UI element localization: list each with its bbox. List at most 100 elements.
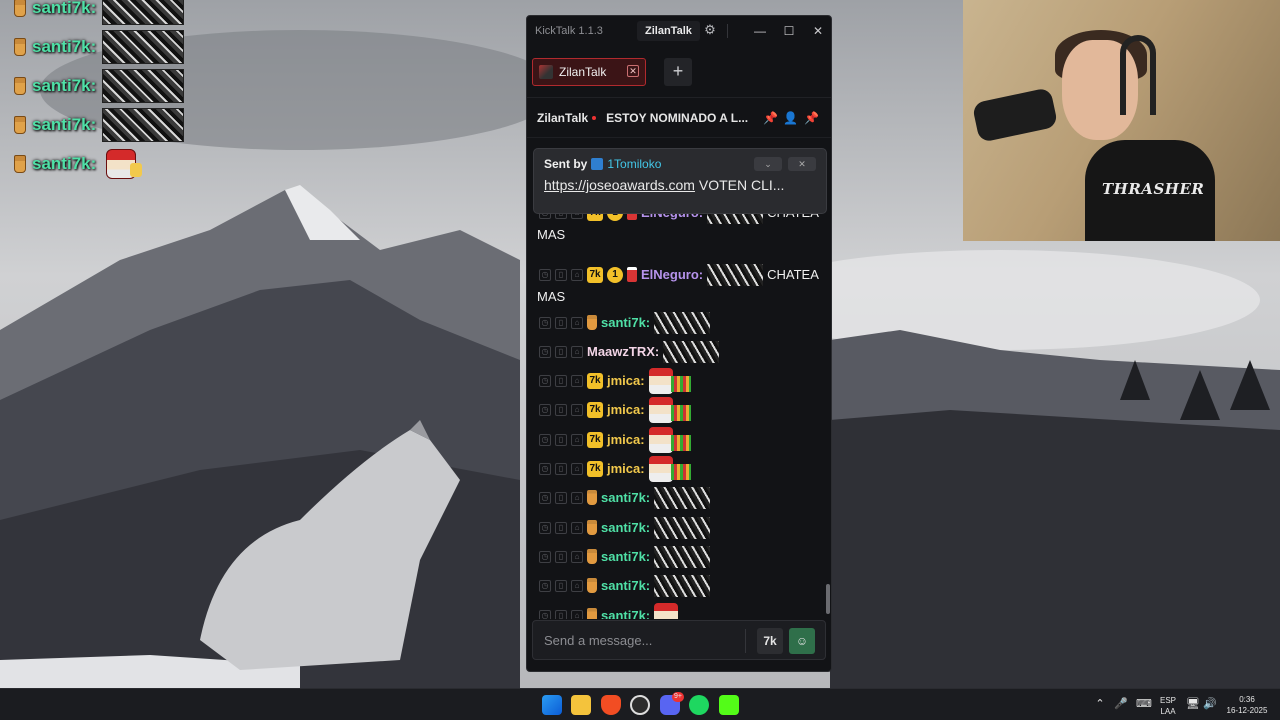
ban-icon[interactable]: ⌂	[571, 609, 583, 619]
kick-badge-icon: 7k	[587, 431, 603, 448]
username[interactable]: jmica:	[607, 432, 645, 447]
chat-message: ◷ ▯ ⌂ santi7k:	[527, 483, 831, 512]
chat-scrollbar[interactable]	[826, 584, 830, 614]
delete-icon[interactable]: ▯	[555, 433, 567, 446]
ban-icon[interactable]: ⌂	[571, 345, 583, 358]
clock-time[interactable]: 0:36	[1222, 695, 1272, 704]
pinned-link[interactable]: https://joseoawards.com	[544, 177, 695, 193]
timeout-icon[interactable]: ◷	[539, 550, 551, 563]
chat-message: ◷ ▯ ⌂ santi7k:	[527, 571, 831, 600]
ban-icon[interactable]: ⌂	[571, 521, 583, 534]
username[interactable]: santi7k:	[601, 520, 650, 535]
message-text: CHATEA	[767, 267, 819, 282]
clock-date[interactable]: 16-12-2025	[1222, 706, 1272, 715]
overlay-username: santi7k:	[32, 153, 97, 173]
timeout-icon[interactable]: ◷	[539, 403, 551, 416]
message-input[interactable]	[544, 632, 734, 648]
timeout-icon[interactable]: ◷	[539, 316, 551, 329]
spotify-icon[interactable]	[689, 695, 709, 715]
maximize-button[interactable]: ☐	[780, 22, 798, 40]
timeout-icon[interactable]: ◷	[539, 609, 551, 619]
gear-icon[interactable]: ⚙	[703, 23, 717, 37]
brave-browser-icon[interactable]	[601, 695, 621, 715]
timeout-icon[interactable]: ◷	[539, 579, 551, 592]
kick-emote-picker-icon[interactable]: 7k	[757, 628, 783, 654]
ban-icon[interactable]: ⌂	[571, 374, 583, 387]
ban-icon[interactable]: ⌂	[571, 316, 583, 329]
chat-message: ◷ ▯ ⌂ 7k jmica:	[527, 454, 831, 483]
chat-message: ◷ ▯ ⌂ 7k jmica:	[527, 395, 831, 424]
microphone-icon[interactable]: 🎤	[1114, 697, 1128, 711]
user-icon[interactable]: 👤	[783, 111, 798, 125]
timeout-icon[interactable]: ◷	[539, 521, 551, 534]
delete-icon[interactable]: ▯	[555, 316, 567, 329]
account-button[interactable]: ZilanTalk	[637, 21, 700, 41]
cup-badge-icon	[587, 490, 597, 505]
timeout-icon[interactable]: ◷	[539, 462, 551, 475]
username[interactable]: ElNeguro:	[641, 267, 703, 282]
username[interactable]: jmica:	[607, 461, 645, 476]
delete-icon[interactable]: ▯	[555, 462, 567, 475]
timeout-icon[interactable]: ◷	[539, 433, 551, 446]
ban-icon[interactable]: ⌂	[571, 462, 583, 475]
chat-message: ◷ ▯ ⌂ santi7k:	[527, 601, 831, 619]
emote-image	[102, 68, 185, 103]
user-badge-icon	[591, 158, 604, 170]
timeout-icon[interactable]: ◷	[539, 345, 551, 358]
kick-icon[interactable]	[719, 695, 739, 715]
overlay-username: santi7k:	[32, 36, 97, 56]
add-tab-button[interactable]: +	[664, 58, 692, 86]
chevron-up-icon[interactable]: ⌃	[1093, 697, 1107, 711]
ban-icon[interactable]: ⌂	[571, 579, 583, 592]
pinned-username[interactable]: 1Tomiloko	[607, 157, 661, 171]
7tv-emote-picker-icon[interactable]: ☺	[789, 628, 815, 654]
chevron-down-icon[interactable]: ⌄	[754, 157, 782, 171]
chat-header: ZilanTalk ESTOY NOMINADO A L... 📌 👤 📌	[527, 98, 831, 138]
stream-overlay-chat: santi7k: santi7k: santi7k: santi7k: sant…	[14, 0, 214, 183]
username[interactable]: santi7k:	[601, 315, 650, 330]
keyboard-icon[interactable]: ⌨	[1136, 697, 1152, 711]
windows-start-icon[interactable]	[542, 695, 562, 715]
timeout-icon[interactable]: ◷	[539, 374, 551, 387]
keyboard-layout[interactable]: LAA	[1156, 707, 1180, 716]
speaker-icon[interactable]: 🔊	[1203, 697, 1217, 711]
close-tab-icon[interactable]: ✕	[627, 65, 639, 77]
delete-icon[interactable]: ▯	[555, 550, 567, 563]
timeout-icon[interactable]: ◷	[539, 268, 551, 281]
delete-icon[interactable]: ▯	[555, 609, 567, 619]
emote-image	[102, 107, 185, 142]
timeout-icon[interactable]: ◷	[539, 491, 551, 504]
ban-icon[interactable]: ⌂	[571, 403, 583, 416]
username[interactable]: jmica:	[607, 402, 645, 417]
ban-icon[interactable]: ⌂	[571, 550, 583, 563]
delete-icon[interactable]: ▯	[555, 521, 567, 534]
delete-icon[interactable]: ▯	[555, 374, 567, 387]
delete-icon[interactable]: ▯	[555, 579, 567, 592]
ban-icon[interactable]: ⌂	[571, 268, 583, 281]
username[interactable]: santi7k:	[601, 578, 650, 593]
cup-badge-icon	[587, 578, 597, 593]
username[interactable]: santi7k:	[601, 490, 650, 505]
delete-icon[interactable]: ▯	[555, 345, 567, 358]
network-icon[interactable]: 🖥	[1186, 697, 1200, 711]
delete-icon[interactable]: ▯	[555, 268, 567, 281]
pinned-message-icon[interactable]: 📌	[804, 111, 819, 125]
close-button[interactable]: ✕	[809, 22, 827, 40]
unpin-icon[interactable]: ✕	[788, 157, 816, 171]
tab-zilantalk[interactable]: ZilanTalk ✕	[532, 58, 646, 86]
file-explorer-icon[interactable]	[571, 695, 591, 715]
delete-icon[interactable]: ▯	[555, 491, 567, 504]
username[interactable]: jmica:	[607, 373, 645, 388]
obs-icon[interactable]	[630, 695, 650, 715]
pin-icon[interactable]: 📌	[763, 111, 778, 125]
overlay-chat-row: santi7k:	[14, 144, 214, 183]
minimize-button[interactable]: —	[751, 22, 769, 40]
username[interactable]: santi7k:	[601, 549, 650, 564]
input-language[interactable]: ESP	[1156, 696, 1180, 705]
delete-icon[interactable]: ▯	[555, 403, 567, 416]
pinned-message: Sent by 1Tomiloko https://joseoawards.co…	[533, 148, 827, 214]
username[interactable]: santi7k:	[601, 608, 650, 619]
ban-icon[interactable]: ⌂	[571, 433, 583, 446]
ban-icon[interactable]: ⌂	[571, 491, 583, 504]
username[interactable]: MaawzTRX:	[587, 344, 659, 359]
